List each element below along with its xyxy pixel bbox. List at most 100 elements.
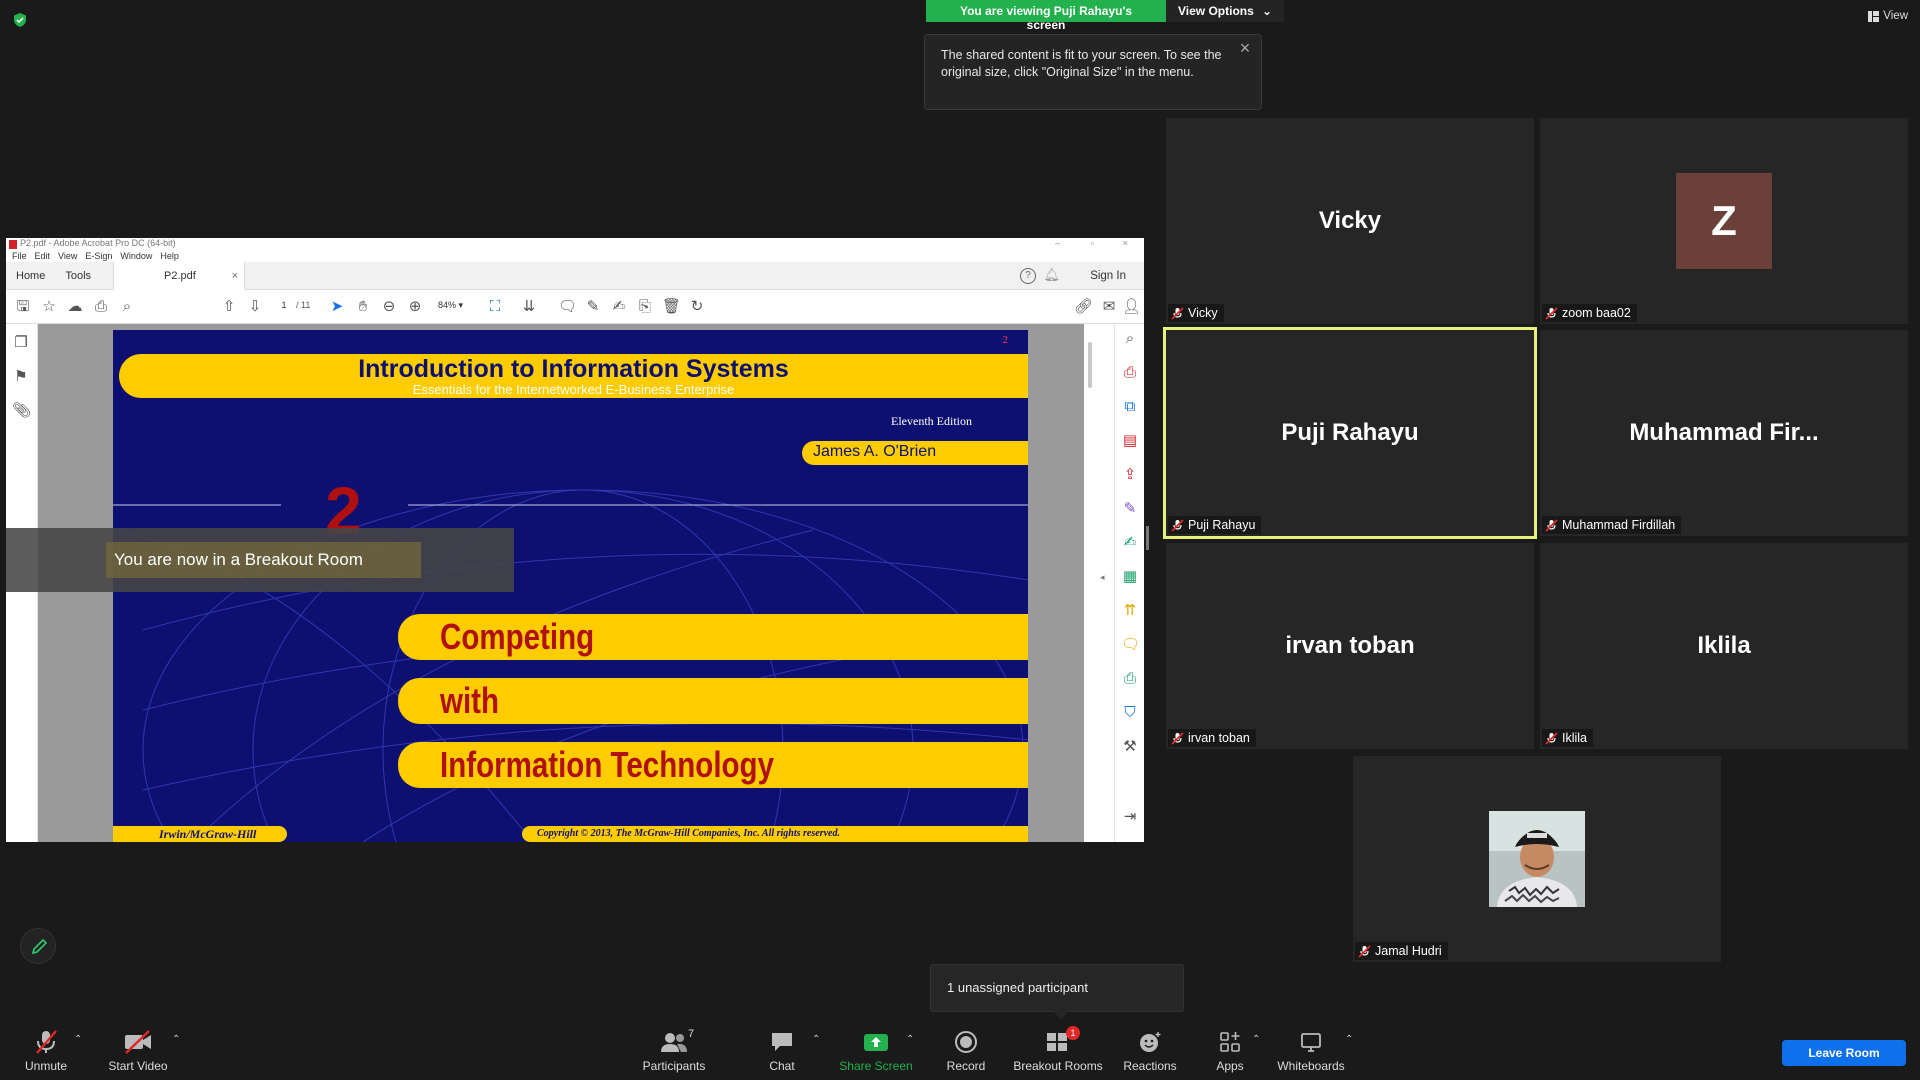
protect-icon[interactable]: ⛉: [1121, 704, 1139, 722]
more-tools-icon[interactable]: ⚒︎: [1121, 738, 1139, 756]
close-icon[interactable]: ×: [1123, 238, 1128, 248]
edit-pdf-icon[interactable]: ✎: [1121, 500, 1139, 518]
sign-in-button[interactable]: Sign In: [1090, 270, 1126, 282]
annotate-pencil-button[interactable]: [20, 928, 56, 964]
trash-icon[interactable]: 🗑︎: [662, 298, 681, 316]
comment-tool-icon[interactable]: 🗨︎: [1121, 636, 1140, 654]
tab-tools[interactable]: Tools: [55, 270, 101, 282]
share-options-caret[interactable]: ⌃: [906, 1034, 914, 1045]
participants-button[interactable]: 7 Participants: [636, 1028, 712, 1073]
menu-window[interactable]: Window: [120, 251, 152, 262]
collapse-panel-icon[interactable]: ◂: [1100, 572, 1105, 583]
menu-edit[interactable]: Edit: [35, 251, 51, 262]
whiteboards-options-caret[interactable]: ⌃: [1345, 1034, 1353, 1045]
comment-icon[interactable]: 🗨︎: [558, 298, 577, 316]
leave-room-button[interactable]: Leave Room: [1782, 1040, 1906, 1066]
page-up-icon[interactable]: ⇧: [220, 298, 238, 316]
stamp-icon[interactable]: ⎘: [636, 298, 654, 316]
hand-icon[interactable]: ✋︎: [354, 298, 372, 316]
rotate-icon[interactable]: ↻: [688, 298, 706, 316]
tab-document[interactable]: P2.pdf ×: [113, 261, 246, 290]
breakout-rooms-button[interactable]: 1 Breakout Rooms: [1008, 1026, 1108, 1073]
whiteboards-button[interactable]: Whiteboards: [1276, 1028, 1346, 1073]
select-arrow-icon[interactable]: ➤: [328, 298, 346, 316]
menu-help[interactable]: Help: [160, 251, 179, 262]
participant-label-text: Puji Rahayu: [1188, 518, 1256, 532]
tab-home[interactable]: Home: [6, 270, 55, 282]
organize-pages-icon[interactable]: ▤: [1121, 432, 1139, 450]
minimize-icon[interactable]: –: [1055, 238, 1060, 248]
combine-files-icon[interactable]: ⧉: [1121, 398, 1139, 416]
audio-options-caret[interactable]: ⌃: [74, 1034, 82, 1045]
fill-sign-icon[interactable]: ✍︎: [1121, 534, 1139, 552]
page-number-field[interactable]: 1: [272, 300, 296, 315]
video-tile[interactable]: Iklila Iklila: [1540, 543, 1908, 749]
page-down-icon[interactable]: ⇩: [246, 298, 264, 316]
sign-icon[interactable]: ✍︎: [610, 298, 628, 316]
apps-options-caret[interactable]: ⌃: [1252, 1034, 1260, 1045]
bookmark-icon[interactable]: ⚑: [12, 368, 30, 386]
zoom-out-icon[interactable]: ⊖: [380, 298, 398, 316]
expand-panel-icon[interactable]: ⇥: [1121, 808, 1139, 826]
slide-page-number: 2: [1002, 334, 1009, 346]
save-icon[interactable]: 🖫︎: [14, 298, 32, 316]
vertical-scrollbar[interactable]: ◂: [1084, 324, 1114, 842]
reactions-button[interactable]: Reactions: [1112, 1028, 1188, 1073]
zoom-level: 84%: [438, 300, 457, 310]
send-for-comments-icon[interactable]: ⇈: [1121, 602, 1139, 620]
prepare-form-icon[interactable]: ▦: [1121, 568, 1139, 586]
muted-mic-icon: [36, 1030, 57, 1054]
video-tile[interactable]: irvan toban irvan toban: [1166, 543, 1534, 749]
restore-icon[interactable]: ▫: [1091, 238, 1094, 248]
view-button[interactable]: View: [1868, 10, 1908, 22]
participant-label: Puji Rahayu: [1168, 516, 1262, 534]
zoom-search-icon[interactable]: ⌕: [118, 298, 136, 316]
zoom-level-dropdown[interactable]: 84% ▾: [438, 300, 478, 311]
chat-button[interactable]: Chat: [752, 1028, 812, 1073]
menu-view[interactable]: View: [58, 251, 77, 262]
video-options-caret[interactable]: ⌃: [172, 1034, 180, 1045]
video-tile[interactable]: Z zoom baa02: [1540, 118, 1908, 324]
attachment-icon[interactable]: 📎︎: [12, 402, 31, 420]
unmute-label: Unmute: [24, 1059, 68, 1073]
apps-button[interactable]: Apps: [1202, 1028, 1258, 1073]
page-thumbnails-icon[interactable]: ❐: [12, 334, 30, 352]
chat-options-caret[interactable]: ⌃: [812, 1034, 820, 1045]
share-user-icon[interactable]: 👤︎: [1122, 298, 1141, 316]
start-video-button[interactable]: Start Video: [100, 1028, 176, 1073]
scrollbar-thumb[interactable]: [1088, 342, 1092, 388]
create-pdf-icon[interactable]: ⎙: [1121, 364, 1139, 382]
active-speaker-tile[interactable]: Puji Rahayu Puji Rahayu: [1163, 327, 1537, 539]
bell-icon[interactable]: 🔔︎: [1043, 267, 1060, 283]
zoom-in-icon[interactable]: ⊕: [406, 298, 424, 316]
video-tile[interactable]: Muhammad Fir... Muhammad Firdillah: [1540, 330, 1908, 536]
muted-mic-icon: [1545, 518, 1558, 532]
splitter-handle[interactable]: [1146, 526, 1149, 550]
star-icon[interactable]: ☆: [40, 298, 58, 316]
zoom-tool-icon[interactable]: ⌕: [1121, 330, 1139, 348]
security-shield-icon[interactable]: [12, 12, 28, 28]
email-icon[interactable]: ✉: [1100, 298, 1118, 316]
unmute-button[interactable]: Unmute: [14, 1028, 78, 1073]
record-button[interactable]: Record: [934, 1028, 998, 1073]
view-options-button[interactable]: View Options ⌄: [1166, 0, 1284, 22]
scroll-mode-icon[interactable]: ⇊: [520, 298, 538, 316]
print-production-icon[interactable]: ⎙: [1121, 670, 1139, 688]
close-icon[interactable]: ×: [1237, 39, 1253, 57]
video-tile[interactable]: Vicky Vicky: [1166, 118, 1534, 324]
print-icon[interactable]: ⎙: [92, 298, 110, 316]
viewing-screen-text: You are viewing Puji Rahayu's screen: [926, 0, 1166, 32]
fit-page-icon[interactable]: ⛶: [486, 298, 504, 316]
cloud-upload-icon[interactable]: ☁︎: [66, 298, 84, 316]
avatar: Z: [1676, 173, 1772, 269]
help-icon[interactable]: ?: [1020, 268, 1036, 284]
video-tile[interactable]: Jamal Hudri: [1353, 756, 1721, 962]
share-link-icon[interactable]: 🔗︎: [1074, 298, 1093, 316]
window-title: P2.pdf - Adobe Acrobat Pro DC (64-bit): [20, 238, 176, 248]
export-pdf-icon[interactable]: ⇪: [1121, 466, 1139, 484]
highlight-pen-icon[interactable]: ✎: [584, 298, 602, 316]
headline-line-3: Information Technology: [440, 744, 775, 785]
menu-file[interactable]: File: [12, 251, 27, 262]
close-tab-icon[interactable]: ×: [232, 262, 238, 290]
menu-esign[interactable]: E-Sign: [85, 251, 112, 262]
